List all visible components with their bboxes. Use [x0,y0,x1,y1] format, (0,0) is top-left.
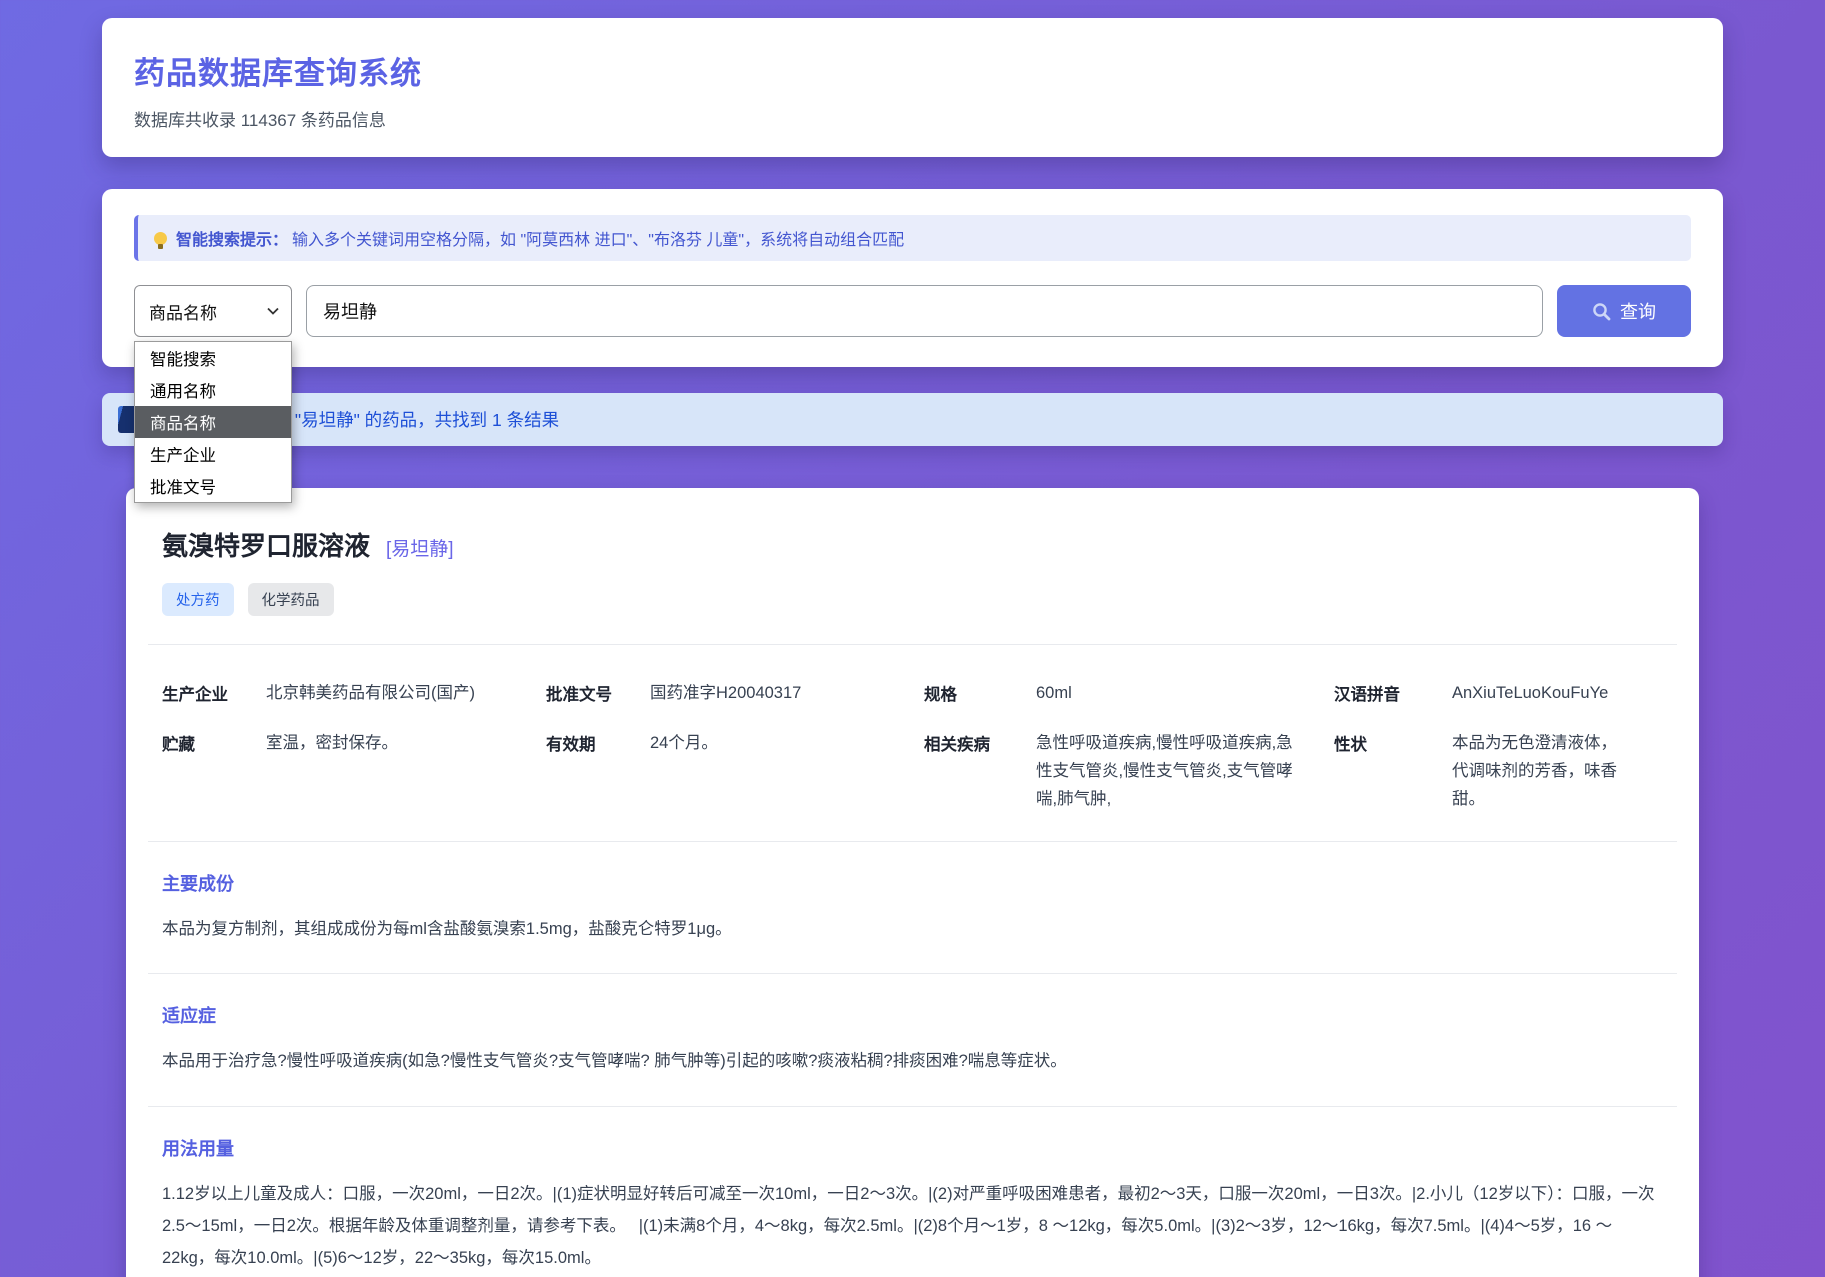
info-label-appearance: 性状 [1334,729,1452,755]
info-label-related-diseases: 相关疾病 [924,729,1036,755]
info-value-appearance: 本品为无色澄清液体，代调味剂的芳香，味香甜。 [1452,729,1663,813]
divider [148,973,1677,974]
dropdown-option-smart-search[interactable]: 智能搜索 [135,342,291,374]
divider [148,644,1677,645]
page: 药品数据库查询系统 数据库共收录 114367 条药品信息 智能搜索提示： 输入… [0,0,1825,367]
search-card: 智能搜索提示： 输入多个关键词用空格分隔，如 "阿莫西林 进口"、"布洛芬 儿童… [102,189,1723,367]
dropdown-option-approval-number[interactable]: 批准文号 [135,470,291,502]
tip-prefix: 智能搜索提示： [176,226,288,250]
info-label-validity: 有效期 [546,729,650,755]
drug-name: 氨溴特罗口服溶液 [162,526,370,563]
lightbulb-icon [154,232,167,245]
drug-header: 氨溴特罗口服溶液 [易坦静] [154,520,1671,563]
section-title: 适应症 [162,1002,1663,1028]
dropdown-option-generic-name[interactable]: 通用名称 [135,374,291,406]
header-card: 药品数据库查询系统 数据库共收录 114367 条药品信息 [102,18,1723,157]
drug-trade-name-link[interactable]: [易坦静] [386,534,454,561]
dropdown-option-manufacturer[interactable]: 生产企业 [135,438,291,470]
tip-text: 输入多个关键词用空格分隔，如 "阿莫西林 进口"、"布洛芬 儿童"，系统将自动组… [292,226,904,250]
info-label-spec: 规格 [924,679,1036,705]
section-title: 用法用量 [162,1135,1663,1161]
info-label-pinyin: 汉语拼音 [1334,679,1452,705]
tag-prescription: 处方药 [162,583,234,616]
search-field-select[interactable]: 商品名称 [134,285,292,337]
select-value: 商品名称 [149,299,217,324]
section-text: 1.12岁以上儿童及成人：口服，一次20ml，一日2次。|(1)症状明显好转后可… [162,1178,1663,1275]
search-input[interactable] [306,285,1543,337]
section-dosage: 用法用量 1.12岁以上儿童及成人：口服，一次20ml，一日2次。|(1)症状明… [154,1135,1671,1275]
info-label-manufacturer: 生产企业 [162,679,266,705]
section-indications: 适应症 本品用于治疗急?慢性呼吸道疾病(如急?慢性支气管炎?支气管哮喘? 肺气肿… [154,1002,1671,1077]
chevron-down-icon [267,307,279,315]
section-title: 主要成份 [162,870,1663,896]
info-value-spec: 60ml [1036,679,1334,707]
info-value-pinyin: AnXiuTeLuoKouFuYe [1452,679,1663,707]
info-value-storage: 室温，密封保存。 [266,729,546,757]
search-field-dropdown: 智能搜索 通用名称 商品名称 生产企业 批准文号 [134,341,292,503]
smart-search-tip: 智能搜索提示： 输入多个关键词用空格分隔，如 "阿莫西林 进口"、"布洛芬 儿童… [134,215,1691,261]
search-button-label: 查询 [1620,298,1656,324]
section-text: 本品用于治疗急?慢性呼吸道疾病(如急?慢性支气管炎?支气管哮喘? 肺气肿等)引起… [162,1045,1663,1077]
drug-detail-card: 氨溴特罗口服溶液 [易坦静] 处方药 化学药品 生产企业 北京韩美药品有限公司(… [126,488,1699,1277]
dropdown-option-trade-name[interactable]: 商品名称 [135,406,291,438]
results-banner: 为您搜索商品名称 "易坦静" 的药品，共找到 1 条结果 [102,393,1723,446]
info-label-approval-number: 批准文号 [546,679,650,705]
tag-chemical: 化学药品 [248,583,334,616]
section-main-ingredients: 主要成份 本品为复方制剂，其组成成份为每ml含盐酸氨溴索1.5mg，盐酸克仑特罗… [154,870,1671,945]
info-value-related-diseases: 急性呼吸道疾病,慢性呼吸道疾病,急性支气管炎,慢性支气管炎,支气管哮喘,肺气肿, [1036,729,1334,813]
info-value-approval-number: 国药准字H20040317 [650,679,924,707]
search-form: 商品名称 查询 智能搜索 通用名称 商品名称 生产企业 批准文号 [134,285,1691,337]
divider [148,841,1677,842]
divider [148,1106,1677,1107]
drug-info-grid: 生产企业 北京韩美药品有限公司(国产) 批准文号 国药准字H20040317 规… [154,673,1671,813]
drug-tags: 处方药 化学药品 [162,583,1671,616]
info-value-manufacturer: 北京韩美药品有限公司(国产) [266,679,546,707]
search-button[interactable]: 查询 [1557,285,1691,337]
magnifier-icon [1592,302,1611,321]
info-label-storage: 贮藏 [162,729,266,755]
info-value-validity: 24个月。 [650,729,924,757]
section-text: 本品为复方制剂，其组成成份为每ml含盐酸氨溴索1.5mg，盐酸克仑特罗1μg。 [162,913,1663,945]
page-title: 药品数据库查询系统 [134,48,1691,93]
database-count-subtitle: 数据库共收录 114367 条药品信息 [134,106,1691,131]
